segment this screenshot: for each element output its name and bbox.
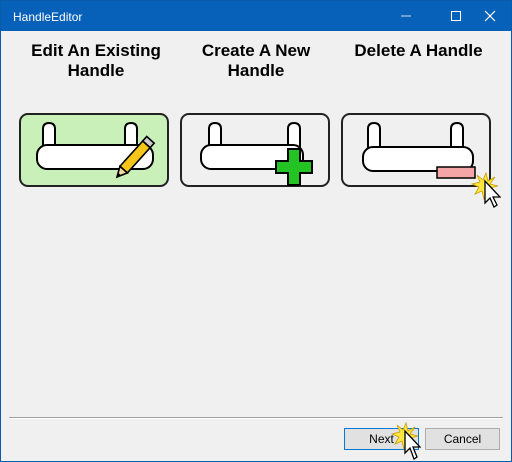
maximize-button[interactable] — [441, 1, 471, 31]
close-button[interactable] — [475, 1, 505, 31]
close-icon — [484, 10, 496, 22]
title-bar[interactable]: HandleEditor — [1, 1, 511, 31]
edit-option-title: Edit An Existing Handle — [31, 41, 161, 80]
handle-add-icon — [200, 121, 313, 186]
dialog-content: Edit An Existing Handle Create A New Han… — [1, 31, 511, 461]
maximize-icon — [451, 11, 461, 21]
minimize-icon — [401, 15, 411, 17]
footer-separator — [9, 417, 503, 419]
handle-editor-window: HandleEditor Edit An Existing Handle Cre… — [0, 0, 512, 462]
delete-option-title: Delete A Handle — [354, 41, 483, 60]
window-title: HandleEditor — [13, 10, 83, 24]
edit-handle-card[interactable] — [19, 113, 169, 187]
mouse-cursor-icon — [391, 421, 421, 460]
create-handle-card[interactable] — [180, 113, 330, 187]
minimize-button[interactable] — [391, 1, 421, 31]
cancel-button[interactable]: Cancel — [425, 428, 500, 450]
mouse-cursor-icon — [471, 171, 501, 208]
create-option-title: Create A New Handle — [201, 41, 311, 80]
handle-edit-icon — [36, 121, 156, 179]
delete-handle-card[interactable] — [341, 113, 491, 187]
